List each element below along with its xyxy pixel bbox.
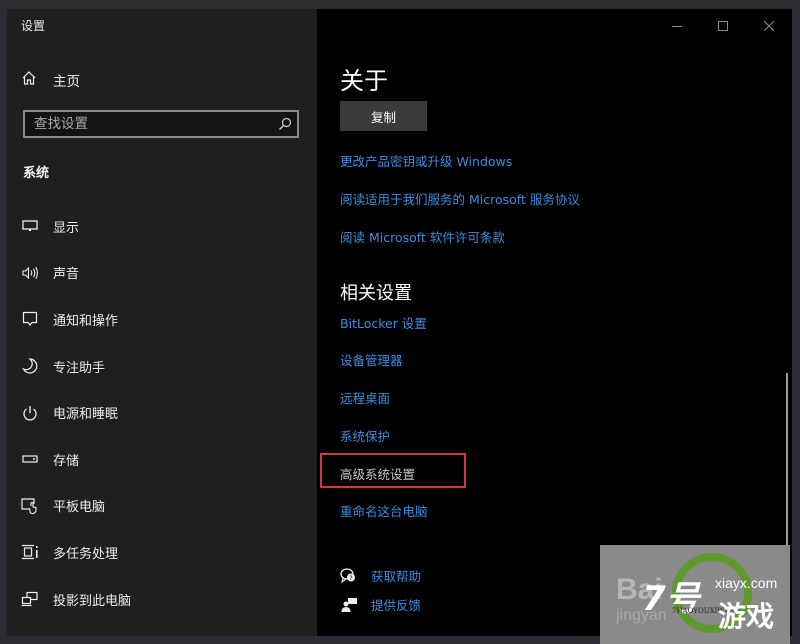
sidebar-item-label: 显示	[53, 220, 80, 236]
app-title: 设置	[21, 19, 46, 33]
storage-icon	[21, 450, 39, 468]
sidebar-item-project[interactable]: 投影到此电脑	[7, 576, 317, 623]
sidebar-item-sound[interactable]: 声音	[7, 250, 317, 297]
link-remote-desktop[interactable]: 远程桌面	[340, 388, 390, 407]
link-system-protection[interactable]: 系统保护	[340, 426, 390, 445]
link-rename-pc[interactable]: 重命名这台电脑	[340, 501, 428, 520]
search-box[interactable]	[23, 110, 299, 138]
nav-list: 显示 声音 通知和操作 专注助手 电源和睡眠 存储 平板电脑 多任务处理 投影到…	[7, 203, 317, 622]
settings-window: 设置 主页 系统 显示 声	[7, 9, 792, 636]
minimize-icon	[672, 16, 682, 35]
close-icon	[763, 16, 775, 35]
link-service-agreement[interactable]: 阅读适用于我们服务的 Microsoft 服务协议	[340, 189, 580, 208]
watermark-site-text: xiayx.com	[715, 575, 778, 591]
link-bitlocker[interactable]: BitLocker 设置	[340, 313, 427, 332]
sidebar-item-multitasking[interactable]: 多任务处理	[7, 529, 317, 576]
feedback-link[interactable]: 提供反馈	[340, 595, 421, 614]
sidebar-item-label: 存储	[53, 453, 80, 469]
search-input[interactable]	[25, 115, 273, 133]
speaker-icon	[21, 264, 39, 282]
help-chat-icon: ?	[340, 567, 358, 585]
tablet-icon	[21, 497, 39, 515]
link-device-manager[interactable]: 设备管理器	[340, 350, 403, 369]
sidebar-item-label: 声音	[53, 267, 80, 283]
maximize-icon	[718, 16, 728, 35]
page-title: 关于	[340, 67, 388, 95]
nav-home-label: 主页	[53, 74, 80, 90]
sidebar-item-storage[interactable]: 存储	[7, 436, 317, 483]
window-controls	[654, 9, 792, 41]
power-icon	[21, 404, 39, 422]
project-icon	[21, 590, 39, 608]
moon-icon	[21, 357, 39, 375]
sidebar: 设置 主页 系统 显示 声	[7, 9, 317, 636]
home-icon	[21, 70, 37, 90]
sidebar-item-focus-assist[interactable]: 专注助手	[7, 343, 317, 390]
nav-home[interactable]: 主页	[21, 69, 80, 91]
copy-button[interactable]: 复制	[340, 101, 427, 131]
link-change-product-key[interactable]: 更改产品密钥或升级 Windows	[340, 151, 512, 170]
sidebar-item-label: 投影到此电脑	[53, 593, 132, 609]
get-help-label: 获取帮助	[371, 569, 422, 584]
sidebar-item-label: 通知和操作	[53, 313, 119, 329]
search-icon[interactable]	[273, 117, 297, 131]
notification-icon	[21, 310, 39, 328]
maximize-button[interactable]	[700, 9, 746, 41]
svg-text:?: ?	[349, 575, 352, 582]
get-help-link[interactable]: ? 获取帮助	[340, 566, 421, 585]
content-pane: 关于 复制 更改产品密钥或升级 Windows 阅读适用于我们服务的 Micro…	[317, 9, 792, 636]
sidebar-item-notifications[interactable]: 通知和操作	[7, 296, 317, 343]
sidebar-item-tablet[interactable]: 平板电脑	[7, 483, 317, 530]
monitor-icon	[21, 217, 39, 235]
sidebar-item-label: 多任务处理	[53, 546, 119, 562]
sidebar-item-label: 电源和睡眠	[53, 407, 119, 423]
link-license-terms[interactable]: 阅读 Microsoft 软件许可条款	[340, 227, 505, 246]
feedback-icon	[340, 596, 358, 614]
sidebar-item-display[interactable]: 显示	[7, 203, 317, 250]
watermark-game-text: 游戏	[718, 600, 775, 633]
link-advanced-system-settings[interactable]: 高级系统设置	[340, 464, 415, 483]
minimize-button[interactable]	[654, 9, 700, 41]
related-settings-heading: 相关设置	[340, 283, 412, 304]
multitasking-icon	[21, 543, 39, 561]
section-title: 系统	[23, 166, 50, 181]
watermark: Bai jingyan 7号 xiayx.com 7HAOYOUXIWANG 游…	[600, 545, 790, 644]
close-button[interactable]	[746, 9, 792, 41]
feedback-label: 提供反馈	[371, 598, 422, 613]
sidebar-item-label: 专注助手	[53, 360, 106, 376]
sidebar-item-power[interactable]: 电源和睡眠	[7, 389, 317, 436]
sidebar-item-label: 平板电脑	[53, 500, 106, 516]
